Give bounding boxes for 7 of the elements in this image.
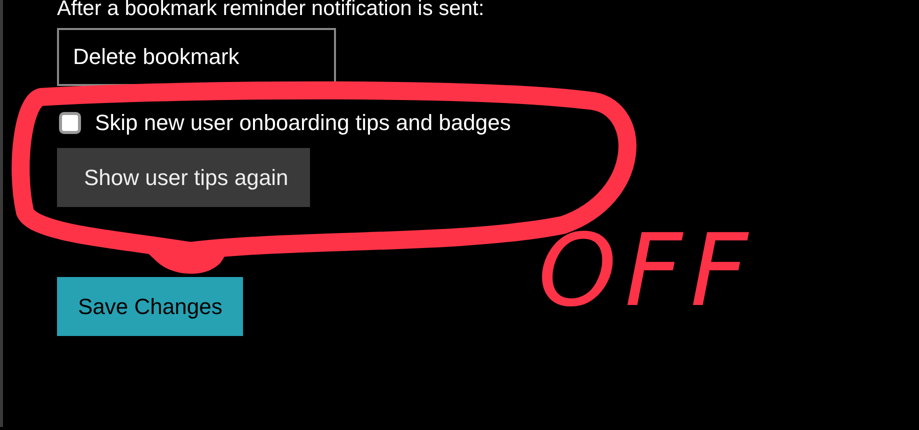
save-button[interactable]: Save Changes	[57, 277, 244, 336]
field-label: After a bookmark reminder notification is sent:	[57, 0, 484, 21]
show-tips-button[interactable]: Show user tips again	[57, 148, 310, 207]
annotation-note: OFF	[538, 212, 756, 329]
action-dropdown[interactable]: Delete bookmark	[57, 28, 336, 86]
checkbox[interactable]	[59, 112, 81, 134]
checkbox-label: Skip new user onboarding tips and badges	[95, 110, 511, 136]
